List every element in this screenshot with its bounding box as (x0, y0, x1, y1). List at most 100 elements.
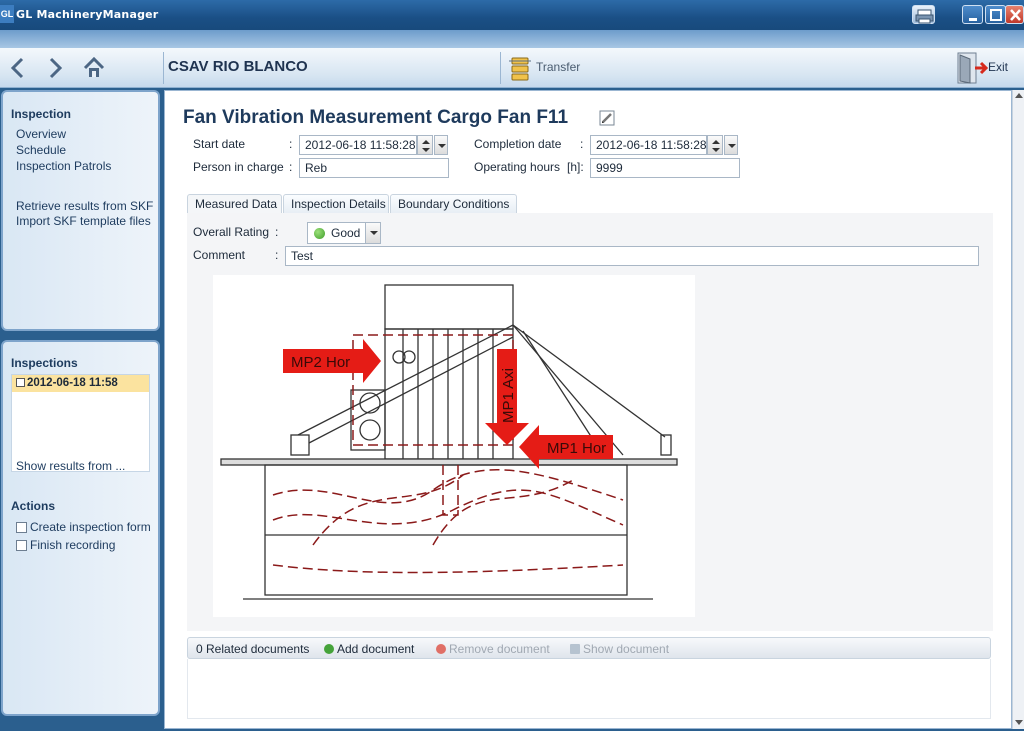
completion-date-dropdown[interactable] (724, 135, 738, 155)
remove-document-button[interactable]: Remove document (436, 642, 550, 656)
maximize-button[interactable] (985, 5, 1006, 24)
edit-title-button[interactable] (599, 110, 615, 126)
mp2-hor-label: MP2 Hor (291, 354, 350, 371)
show-results-link[interactable]: Show results from ... (16, 459, 125, 473)
mp1-axi-label: MP1 Axi (500, 368, 517, 423)
status-dot-icon (314, 228, 325, 239)
inspections-heading: Inspections (11, 356, 78, 370)
tab-inspection-details[interactable]: Inspection Details (283, 194, 389, 214)
main-toolbar: CSAV RIO BLANCO Transfer Exit (0, 48, 1024, 88)
exit-button[interactable]: Exit (955, 51, 1015, 85)
sidebar-link-import-skf[interactable]: Import SKF template files (16, 214, 151, 228)
sidebar-link-retrieve-skf[interactable]: Retrieve results from SKF (16, 199, 153, 213)
inspections-list[interactable]: 2012-06-18 11:58 Show results from ... (11, 374, 150, 473)
inspection-nav-panel: Inspection Overview Schedule Inspection … (1, 90, 160, 331)
related-documents-count: 0 Related documents (196, 642, 310, 656)
sidebar-link-inspection-patrols[interactable]: Inspection Patrols (16, 159, 111, 173)
rating-value: Good (331, 226, 361, 240)
scroll-up-icon[interactable] (1015, 92, 1023, 100)
start-date-label: Start date (193, 137, 246, 151)
window-title: GL MachineryManager (16, 8, 159, 21)
sidebar-link-schedule[interactable]: Schedule (16, 143, 66, 157)
transfer-icon (509, 57, 531, 81)
inspection-heading: Inspection (11, 107, 72, 121)
show-document-label: Show document (583, 642, 670, 656)
home-button[interactable] (82, 56, 106, 80)
vessel-name: CSAV RIO BLANCO (168, 58, 308, 75)
minimize-icon (969, 18, 977, 21)
back-button[interactable] (6, 56, 30, 80)
close-button[interactable] (1005, 5, 1024, 24)
document-icon (570, 644, 580, 654)
show-document-button[interactable]: Show document (570, 642, 669, 656)
arrow-left-icon (10, 57, 24, 79)
exit-label: Exit (988, 60, 1009, 74)
hours-unit-label: [h]: (567, 160, 584, 174)
overall-rating-select[interactable]: Good (307, 222, 381, 244)
completion-date-spinner[interactable] (707, 135, 723, 155)
plus-icon (324, 644, 334, 654)
print-button[interactable] (912, 5, 935, 24)
printer-icon (915, 9, 934, 24)
person-in-charge-field[interactable]: Reb (299, 158, 449, 178)
overall-rating-label: Overall Rating (193, 225, 270, 239)
completion-date-field[interactable]: 2012-06-18 11:58:28 (590, 135, 707, 155)
comment-label: Comment (193, 248, 246, 262)
mp1-hor-label: MP1 Hor (547, 440, 606, 457)
create-inspection-form-action[interactable]: Create inspection form (16, 520, 151, 534)
toolbar-separator (163, 52, 164, 84)
window-band (0, 30, 1024, 48)
start-date-spinner[interactable] (417, 135, 433, 155)
colon: : (275, 248, 279, 262)
finish-recording-action[interactable]: Finish recording (16, 538, 115, 552)
checkbox-icon (16, 540, 27, 551)
edit-icon (16, 378, 25, 387)
transfer-button[interactable]: Transfer (508, 55, 580, 81)
minus-icon (436, 644, 446, 654)
documents-list[interactable] (187, 659, 991, 719)
colon: : (275, 225, 279, 239)
vertical-scrollbar[interactable] (1012, 90, 1024, 729)
inspections-panel: Inspections 2012-06-18 11:58 Show result… (1, 340, 160, 716)
transfer-label: Transfer (536, 60, 581, 74)
colon: : (289, 137, 293, 151)
chevron-down-icon (438, 144, 446, 148)
spinner-arrows-icon (712, 140, 720, 152)
scroll-down-icon[interactable] (1015, 718, 1023, 726)
exit-door-icon (957, 52, 989, 84)
measured-data-panel: Overall Rating : Good Comment : Test MP2… (187, 213, 993, 631)
minimize-button[interactable] (962, 5, 983, 24)
tab-boundary-conditions[interactable]: Boundary Conditions (390, 194, 517, 214)
app-logo-icon: GL (0, 5, 14, 23)
main-content: Fan Vibration Measurement Cargo Fan F11 … (164, 90, 1012, 729)
maximize-icon (990, 9, 1002, 21)
colon: : (289, 160, 293, 174)
pencil-icon (599, 110, 615, 126)
actions-heading: Actions (11, 499, 56, 513)
start-date-field[interactable]: 2012-06-18 11:58:28 (299, 135, 417, 155)
spinner-arrows-icon (422, 140, 430, 152)
toolbar-separator (500, 52, 501, 84)
add-document-button[interactable]: Add document (324, 642, 414, 656)
start-date-dropdown[interactable] (434, 135, 448, 155)
fan-schematic-image: MP2 Hor MP1 Hor MP1 Axi (220, 284, 678, 600)
colon: : (580, 137, 584, 151)
add-document-label: Add document (337, 642, 415, 656)
rating-dropdown[interactable] (365, 223, 380, 243)
chevron-down-icon (370, 231, 378, 235)
home-icon (83, 56, 105, 77)
chevron-down-icon (728, 144, 736, 148)
sidebar-link-overview[interactable]: Overview (16, 127, 66, 141)
list-item[interactable]: 2012-06-18 11:58 (12, 375, 149, 392)
form-icon (16, 522, 27, 533)
tab-measured-data[interactable]: Measured Data (187, 194, 282, 214)
person-in-charge-label: Person in charge (193, 160, 284, 174)
operating-hours-field[interactable]: 9999 (590, 158, 740, 178)
page-title: Fan Vibration Measurement Cargo Fan F11 (183, 107, 569, 128)
forward-button[interactable] (43, 56, 67, 80)
inspection-date: 2012-06-18 11:58 (27, 377, 118, 389)
documents-toolbar: 0 Related documents Add document Remove … (187, 637, 991, 659)
fan-drawing: MP2 Hor MP1 Hor MP1 Axi (213, 275, 695, 617)
arrow-right-icon (49, 57, 63, 79)
comment-field[interactable]: Test (285, 246, 979, 266)
